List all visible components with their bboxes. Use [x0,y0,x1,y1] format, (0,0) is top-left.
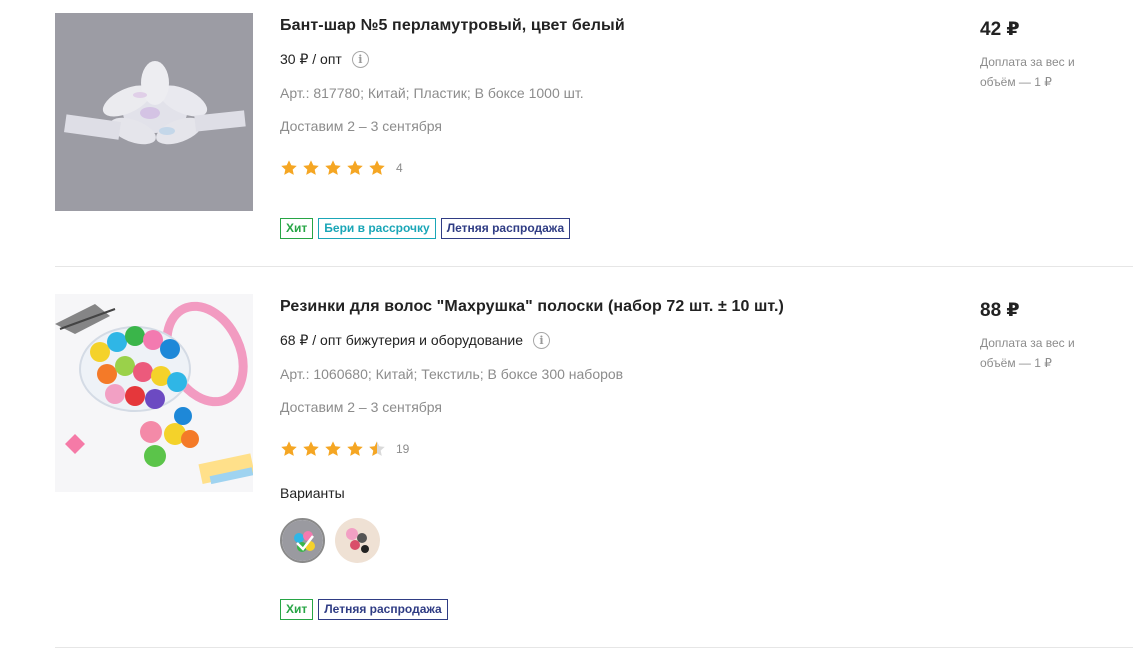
rating: 19 [280,440,409,458]
delivery-date: Доставим 2 – 3 сентября [280,118,443,134]
star-icon [369,160,385,175]
product-image[interactable] [55,13,253,211]
badges: Хит Бери в рассрочку Летняя распродажа [280,218,575,239]
badge-installment[interactable]: Бери в рассрочку [318,218,436,239]
star-icon [303,441,319,456]
price: 42 ₽ [980,19,1020,40]
variant-swatch[interactable] [280,518,325,563]
product-title[interactable]: Бант-шар №5 перламутровый, цвет белый [280,17,625,35]
star-icon [347,160,363,175]
star-icon [325,441,341,456]
star-icon [281,441,297,456]
variants [280,518,390,563]
info-icon[interactable]: i [351,51,369,68]
wholesale-price-text: 30 ₽ / опт [280,51,342,67]
wholesale-price: 30 ₽ / опт i [280,51,369,68]
product-attributes: Арт.: 817780; Китай; Пластик; В боксе 10… [280,85,584,101]
star-icon [281,160,297,175]
badges: Хит Летняя распродажа [280,599,453,620]
badge-summer-sale[interactable]: Летняя распродажа [318,599,448,620]
star-icon [303,160,319,175]
star-icon [347,441,363,456]
star-icon [325,160,341,175]
product-title[interactable]: Резинки для волос "Махрушка" полоски (на… [280,298,784,316]
half-star-icon [369,441,385,456]
badge-hit[interactable]: Хит [280,218,314,239]
delivery-date: Доставим 2 – 3 сентября [280,399,443,415]
variants-label: Варианты [280,485,345,501]
product-card: Бант-шар №5 перламутровый, цвет белый 30… [55,13,1133,267]
surcharge-note: Доплата за вес и объём — 1 ₽ [980,336,1075,370]
product-attributes: Арт.: 1060680; Китай; Текстиль; В боксе … [280,366,624,382]
badge-summer-sale[interactable]: Летняя распродажа [440,218,571,239]
badge-hit[interactable]: Хит [280,599,314,620]
price: 88 ₽ [980,300,1020,321]
wholesale-price: 68 ₽ / опт бижутерия и оборудование i [280,332,551,349]
product-image[interactable] [55,294,253,492]
rating-count[interactable]: 4 [396,161,403,175]
info-icon[interactable]: i [533,332,551,349]
product-card: Резинки для волос "Махрушка" полоски (на… [55,294,1133,648]
rating: 4 [280,159,403,177]
rating-count[interactable]: 19 [396,442,409,456]
variant-swatch[interactable] [335,518,380,563]
surcharge-note: Доплата за вес и объём — 1 ₽ [980,55,1075,89]
wholesale-price-text: 68 ₽ / опт бижутерия и оборудование [280,332,524,348]
